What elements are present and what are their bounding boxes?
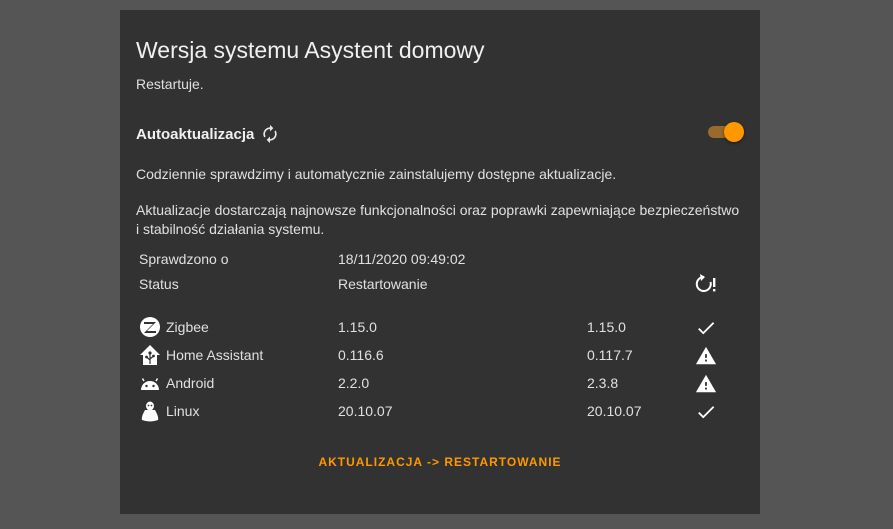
component-name: Home Assistant (166, 347, 264, 363)
card-title: Wersja systemu Asystent domowy (136, 37, 485, 63)
component-current-version: 2.2.0 (338, 375, 370, 391)
check-icon (695, 401, 717, 423)
component-latest-version: 0.117.7 (587, 347, 633, 363)
component-name: Android (166, 375, 215, 391)
component-latest-version: 20.10.07 (587, 403, 642, 419)
system-version-card: Wersja systemu Asystent domowy Restartuj… (120, 10, 760, 514)
toggle-thumb[interactable] (724, 122, 744, 142)
update-restart-button[interactable]: AKTUALIZACJA -> RESTARTOWANIE (120, 455, 760, 469)
component-current-version: 0.116.6 (338, 347, 384, 363)
android-icon (139, 372, 161, 394)
component-row-zigbee: Zigbee 1.15.0 1.15.0 (139, 316, 729, 340)
component-name: Zigbee (166, 319, 209, 335)
warning-icon (695, 345, 717, 367)
auto-update-row: Autoaktualizacja (136, 124, 280, 144)
zigbee-icon (139, 316, 161, 338)
component-row-home-assistant: Home Assistant 0.116.6 0.117.7 (139, 344, 729, 368)
component-latest-version: 2.3.8 (587, 375, 619, 391)
component-row-android: Android 2.2.0 2.3.8 (139, 372, 729, 396)
checked-label: Sprawdzono o (139, 251, 229, 267)
component-current-version: 1.15.0 (338, 319, 377, 335)
description-benefits: Aktualizacje dostarczają najnowsze funkc… (136, 202, 740, 237)
component-latest-version: 1.15.0 (587, 319, 626, 335)
component-row-linux: Linux 20.10.07 20.10.07 (139, 400, 729, 424)
card-subtitle: Restartuje. (136, 76, 204, 92)
component-name: Linux (166, 403, 200, 419)
status-value: Restartowanie (338, 276, 428, 292)
description-daily: Codziennie sprawdzimy i automatycznie za… (136, 166, 617, 182)
restart-alert-icon (694, 273, 718, 295)
home-assistant-icon (139, 344, 161, 366)
refresh-icon (260, 124, 280, 144)
component-current-version: 20.10.07 (338, 403, 393, 419)
check-icon (695, 317, 717, 339)
linux-icon (139, 400, 161, 422)
status-label: Status (139, 276, 179, 292)
auto-update-label: Autoaktualizacja (136, 125, 255, 143)
auto-update-toggle[interactable] (708, 122, 746, 142)
checked-value: 18/11/2020 09:49:02 (338, 251, 466, 267)
warning-icon (695, 373, 717, 395)
